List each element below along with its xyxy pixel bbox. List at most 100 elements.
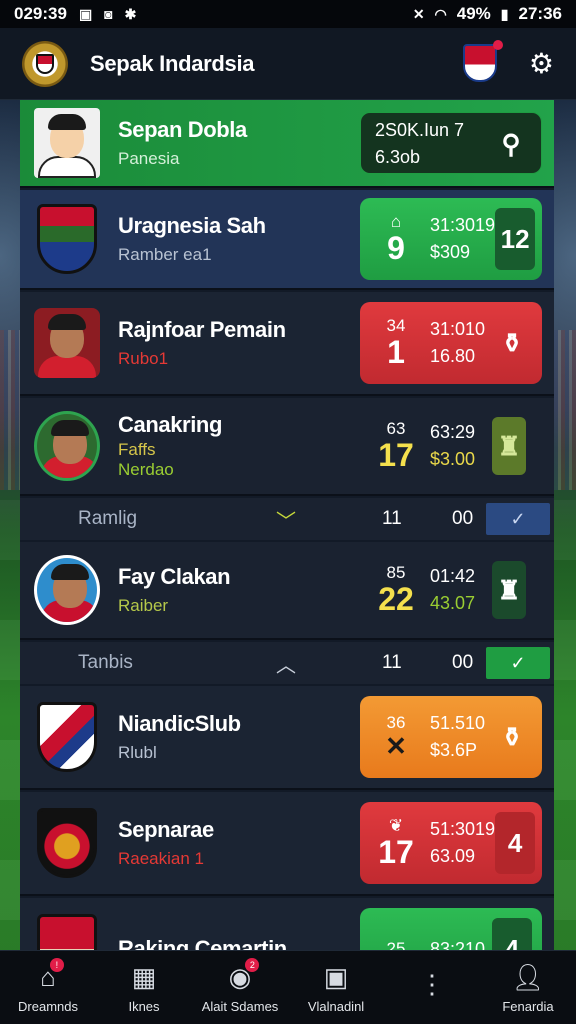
nav-item-more[interactable]: ⋮ [384,951,480,1024]
shield-icon [36,53,54,74]
score-card[interactable]: 63 17 63:29 $3.00 ♜ [360,405,542,487]
battery-percent: 49% [456,4,491,23]
nav-item-profile-card[interactable]: ▣ Vlalnadinl [288,951,384,1024]
more-icon: ⋮ [419,969,445,999]
match-time: 31:010 [430,319,486,339]
house-icon: ⌂ [390,212,402,232]
score-card[interactable]: ❦ 17 51:3019 63.09 4 [360,802,542,884]
status-bar: 029:39 ▣ ◙ ✱ ✕ ◠ 49% ▮ 27:36 [0,0,576,28]
score-top: 2S0K.Iun 7 [375,120,465,140]
chevron-up-icon[interactable]: ︿ [276,649,296,678]
status-clock: 27:36 [518,4,562,23]
score-badge: 12 [495,208,536,270]
list-item[interactable]: Canakring Faffs Nerdao 63 17 63:29 $3.00… [20,398,554,496]
nav-item-user[interactable]: 👤︎ Fenardia [480,951,576,1024]
nav-label: Iknes [128,998,160,1014]
score-card[interactable]: 85 22 01:42 43.07 ♜ [360,549,542,631]
profile-card-icon: ▣ [323,961,349,992]
item-subtitle: Panesia [118,149,180,168]
item-name: Uragnesia Sah [118,213,266,238]
nav-label: Vlalnadinl [307,998,365,1014]
nav-label: Alait Sdames [201,998,279,1014]
bird-icon: ❦ [388,816,404,836]
list-item[interactable]: Sepnarae Raeakian 1 ❦ 17 51:3019 63.09 4 [20,792,554,896]
team-crest [37,702,97,772]
item-subtitle: Rubo1 [118,349,169,368]
item-subtitle-2: Nerdao [118,460,174,479]
bottle-icon: ⚱ [501,721,523,752]
match-time: 51.510 [430,713,486,733]
home-icon: ⌂! [40,957,64,993]
mute-icon: ✕ [412,5,425,22]
list-item[interactable]: Uragnesia Sah Ramber ea1 ⌂ 9 31:3019 $30… [20,190,554,290]
match-list: Sepan Dobla Panesia 2S0K.Iun 7 6.3ob ⚲ U… [20,100,554,950]
notification-badge: ! [49,957,64,972]
score-big: 17 [378,437,414,474]
match-value: $3.00 [430,449,476,469]
chevron-down-icon[interactable]: ﹀ [276,505,296,534]
item-subtitle: Raeakian 1 [118,849,205,868]
item-name: Rajnfoar Pemain [118,317,286,342]
expand-toggle[interactable]: ✓ [486,503,550,535]
fixture-score-b: 00 [452,508,474,529]
player-avatar [34,308,100,378]
item-subtitle: Rlubl [118,743,157,762]
score-card[interactable]: 34 1 31:010 16.80 ⚱ [360,302,542,384]
score-big: 1 [387,334,405,371]
score-top: 36 [386,713,406,733]
score-card[interactable]: 2S0K.Iun 7 6.3ob ⚲ [360,112,542,174]
list-item[interactable]: Fay Clakan Raiber 85 22 01:42 43.07 ♜ [20,542,554,640]
score-badge: 4 [495,812,536,874]
team-crest [37,808,97,878]
user-icon: 👤︎ [511,961,545,992]
list-item[interactable]: Raking Cemartin 25 83:210 4 [20,898,554,950]
gallery-icon: ▣ [78,5,93,22]
bluetooth-icon: ✱ [124,5,137,22]
item-name: NiandicSlub [118,711,241,736]
fixture-score-a: 11 [382,508,402,529]
expand-toggle[interactable]: ✓ [486,647,550,679]
match-value: 63.09 [430,846,476,866]
score-top: 85 [386,563,406,583]
flag-icon [462,43,497,82]
wifi-icon: ◠ [434,5,447,22]
bottle-icon: ♜ [492,417,526,475]
nav-item-schedule[interactable]: ▦ Iknes [96,951,192,1024]
team-flag-button[interactable] [462,39,503,84]
camera-icon: ◙ [104,6,113,22]
player-avatar [34,411,100,481]
score-big: 17 [378,834,414,871]
fixture-row[interactable]: Tanbis ︿ 11 00 ✓ [20,642,554,684]
fixture-score-b: 00 [452,652,474,673]
score-card[interactable]: 25 83:210 4 [360,908,542,950]
pin-icon: ⚲ [501,128,521,159]
app-logo[interactable] [22,40,68,87]
notification-dot [492,39,503,50]
fixture-label: Tanbis [78,652,133,673]
nav-item-matches[interactable]: ◉ 2 Alait Sdames [192,951,288,1024]
battery-icon: ▮ [500,5,509,22]
gear-icon[interactable]: ⚙ [529,47,554,80]
app-header: Sepak Indardsia ⚙ [0,28,576,100]
item-subtitle: Faffs [118,440,156,459]
match-value: $309 [430,242,471,262]
match-value: 43.07 [430,593,476,613]
match-value: 16.80 [430,346,476,366]
bottle-icon: ⚱ [501,327,523,358]
player-avatar [34,108,100,178]
item-name: Sepan Dobla [118,117,247,142]
item-name: Canakring [118,412,222,437]
fixture-row[interactable]: Ramlig ﹀ 11 00 ✓ [20,498,554,540]
score-card[interactable]: 36 ✕ 51.510 $3.6P ⚱ [360,696,542,778]
nav-label: Fenardia [502,998,554,1014]
score-top: 63 [386,419,406,439]
list-item[interactable]: NiandicSlub Rlubl 36 ✕ 51.510 $3.6P ⚱ [20,686,554,790]
score-top: 34 [386,316,406,336]
score-big: 22 [378,581,414,618]
nav-item-home[interactable]: ⌂! Dreamnds [0,951,96,1024]
item-name: Sepnarae [118,817,214,842]
score-card[interactable]: ⌂ 9 31:3019 $309 12 [360,198,542,280]
list-item[interactable]: Sepan Dobla Panesia 2S0K.Iun 7 6.3ob ⚲ [20,100,554,188]
list-item[interactable]: Rajnfoar Pemain Rubo1 34 1 31:010 16.80 … [20,292,554,396]
team-crest [37,914,97,950]
